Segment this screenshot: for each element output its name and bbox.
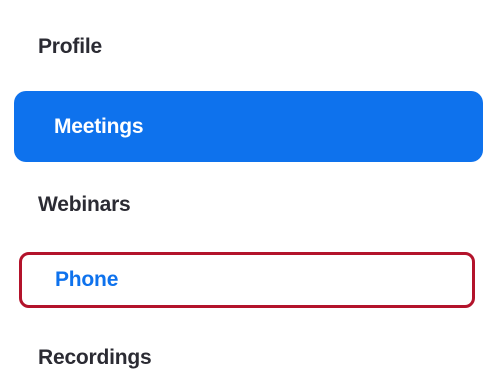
sidebar-item-label: Phone <box>55 268 119 291</box>
sidebar-item-meetings[interactable]: Meetings <box>14 91 483 162</box>
sidebar-item-label: Webinars <box>38 193 131 216</box>
sidebar-item-webinars[interactable]: Webinars <box>0 182 496 228</box>
sidebar-item-label: Recordings <box>38 346 152 369</box>
sidebar-item-label: Meetings <box>54 114 144 138</box>
sidebar-item-recordings[interactable]: Recordings <box>0 335 496 381</box>
sidebar-item-profile[interactable]: Profile <box>0 24 496 70</box>
sidebar-item-label: Profile <box>38 35 102 58</box>
sidebar-item-phone[interactable]: Phone <box>19 252 475 308</box>
sidebar-nav: Profile Meetings Webinars Phone Recordin… <box>0 0 496 387</box>
